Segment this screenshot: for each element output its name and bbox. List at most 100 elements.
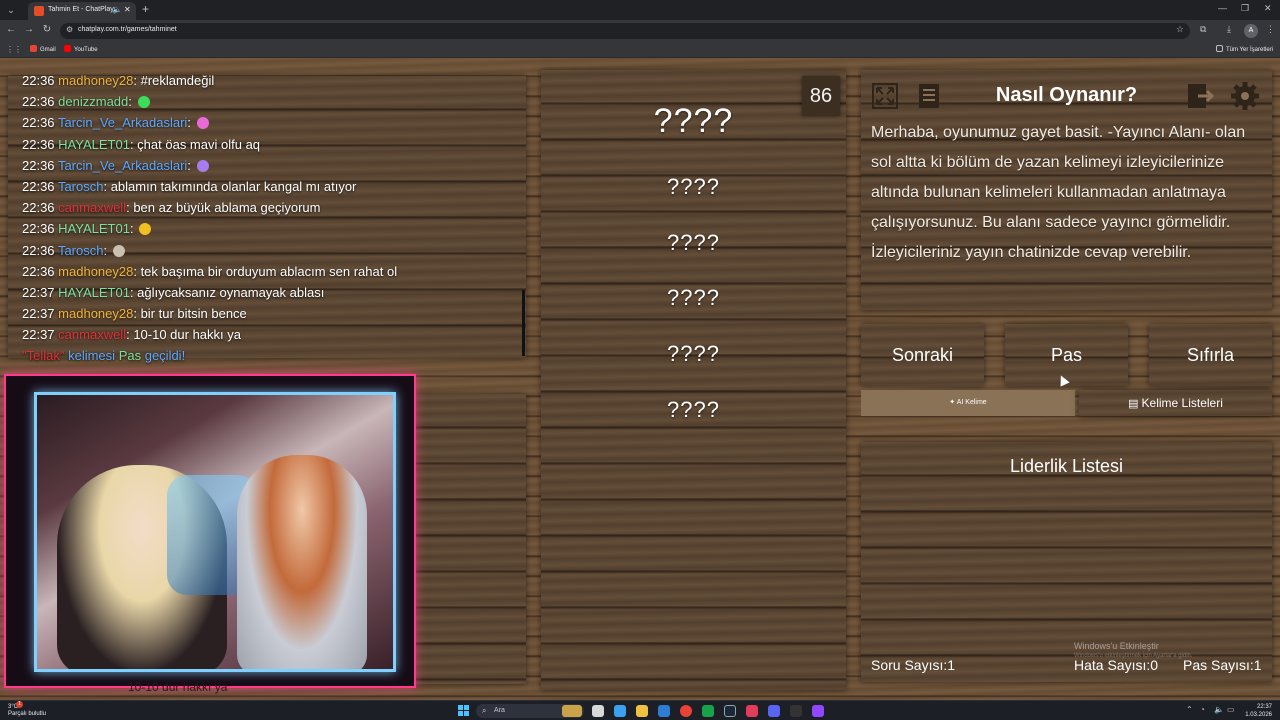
gmail-icon <box>30 45 37 52</box>
bookmark-gmail[interactable]: Gmail <box>30 45 56 53</box>
reset-button[interactable]: Sıfırla <box>1149 324 1272 386</box>
chat-text: : 10-10 dur hakkı ya <box>126 327 241 343</box>
close-tab-icon[interactable]: ✕ <box>124 5 131 14</box>
tab-search-icon[interactable]: ⌄ <box>4 3 18 17</box>
chat-text: : <box>187 157 195 173</box>
download-icon[interactable]: ⤓ <box>1227 24 1231 35</box>
chat-timestamp: 22:36 <box>22 200 55 216</box>
chat-message: 22:37 madhoney28: bir tur bitsin bence <box>22 303 512 324</box>
streamer-figure-2 <box>237 455 367 669</box>
network-icon[interactable]: ◔ <box>1200 705 1205 714</box>
task-view-icon[interactable] <box>592 705 604 717</box>
chat-scrollbar[interactable] <box>522 290 525 356</box>
back-icon[interactable]: ← <box>4 24 18 35</box>
profile-avatar[interactable]: A <box>1244 24 1258 38</box>
minimize-icon[interactable]: — <box>1218 3 1227 13</box>
battery-icon[interactable]: ▭ <box>1227 705 1235 714</box>
chat-username[interactable]: HAYALET01 <box>58 137 130 152</box>
chat-message: 22:37 HAYALET01: ağlıycaksanız oynamayak… <box>22 282 512 303</box>
forward-icon[interactable]: → <box>22 24 36 35</box>
pass-count: Pas Sayısı:1 <box>1183 657 1262 673</box>
maximize-icon[interactable]: ❐ <box>1241 3 1249 14</box>
game-page: 22:36 madhoney28: #reklamdeğil 22:36 deni… <box>0 58 1280 700</box>
chat-emote-icon <box>137 96 150 109</box>
chat-message: 22:36 Tarcin_Ve_Arkadaslari: <box>22 155 512 176</box>
word-panel: ???? ???? ???? ???? ???? ???? <box>541 70 846 690</box>
chat-message: 22:36 madhoney28: tek başıma bir orduyum… <box>22 261 512 282</box>
search-highlight-icon[interactable] <box>562 705 582 717</box>
system-clock[interactable]: 22:37 1.03.2026 <box>1240 703 1272 719</box>
menu-icon[interactable]: ⋮ <box>1266 24 1275 35</box>
chat-username[interactable]: HAYALET01 <box>58 285 130 300</box>
window-close-icon[interactable]: ✕ <box>1264 3 1272 14</box>
chat-text: : çhat öas mavi olfu aq <box>129 136 261 152</box>
weather-temp: 3°C <box>8 704 19 710</box>
mail-icon[interactable] <box>658 705 670 717</box>
site-info-icon[interactable]: ⚙ <box>66 25 73 34</box>
tab-title: Tahmin Et - ChatPlay <box>48 6 114 13</box>
chat-text: : ablamın takımında olanlar kangal mı at… <box>103 178 357 194</box>
chat-username[interactable]: madhoney28 <box>58 264 133 279</box>
chat-emote-icon <box>196 159 209 172</box>
question-count: Soru Sayısı:1 <box>871 657 956 673</box>
chat-username[interactable]: canmaxwell <box>58 200 126 215</box>
chat-username[interactable]: HAYALET01 <box>58 221 130 236</box>
chat-list: 22:36 madhoney28: #reklamdeğil 22:36 deni… <box>22 70 512 367</box>
logout-icon[interactable] <box>1185 80 1217 112</box>
chat-timestamp: 22:36 <box>22 221 55 237</box>
ai-icon: ✦ <box>949 399 957 406</box>
chat-message: 22:36 madhoney28: #reklamdeğil <box>22 70 512 91</box>
list-icon: ▤ <box>1128 398 1142 410</box>
chat-username[interactable]: madhoney28 <box>58 73 133 88</box>
steam-icon[interactable] <box>724 705 736 717</box>
chat-username[interactable]: Tarcin_Ve_Arkadaslari <box>58 115 187 130</box>
xbox-icon[interactable] <box>702 705 714 717</box>
chat-timestamp: 22:36 <box>22 178 55 194</box>
obs-icon[interactable] <box>790 705 802 717</box>
extensions-icon[interactable]: ⧉ <box>1200 24 1206 35</box>
word-lists-button[interactable]: ▤ Kelime Listeleri <box>1079 390 1272 416</box>
chat-timestamp: 22:36 <box>22 73 55 88</box>
weather-desc: Parçalı bulutlu <box>8 711 47 717</box>
leaderboard-title: Liderlik Listesi <box>1009 456 1124 476</box>
twitch-icon[interactable] <box>812 705 824 717</box>
chat-timestamp: 22:36 <box>22 94 55 110</box>
webcam-video <box>34 392 396 672</box>
bookmark-youtube[interactable]: YouTube <box>64 45 98 53</box>
address-bar[interactable]: ⚙ chatplay.com.tr/games/tahminet ☆ <box>60 23 1190 39</box>
widgets-icon[interactable] <box>614 705 626 717</box>
chat-username[interactable]: madhoney28 <box>58 306 133 321</box>
chat-text: : #reklamdeğil <box>133 73 215 88</box>
weather-widget[interactable]: 3°C Parçalı bulutlu <box>8 704 46 718</box>
bookmark-youtube-label: YouTube <box>74 47 98 53</box>
chat-username[interactable]: Tarcin_Ve_Arkadaslari <box>58 158 187 173</box>
forbidden-word-2: ???? <box>667 230 720 255</box>
browser-tab[interactable]: Tahmin Et - ChatPlay 🔈 ✕ <box>28 2 136 20</box>
file-explorer-icon[interactable] <box>636 705 648 717</box>
app-icon-1[interactable] <box>746 705 758 717</box>
tab-favicon-icon <box>34 6 44 16</box>
all-bookmarks[interactable]: Tüm Yer İşaretleri <box>1216 45 1273 53</box>
bookmark-star-icon[interactable]: ☆ <box>1176 24 1184 35</box>
discord-icon[interactable] <box>768 705 780 717</box>
chat-text: : tek başıma bir orduyum ablacım sen rah… <box>133 263 398 279</box>
settings-gear-icon[interactable] <box>1229 80 1261 112</box>
speaker-icon[interactable]: 🔈 <box>112 5 122 14</box>
volume-icon[interactable]: 🔈 <box>1214 705 1224 714</box>
all-bookmarks-label: Tüm Yer İşaretleri <box>1226 47 1274 53</box>
windows-start-icon[interactable] <box>458 705 469 716</box>
chat-username[interactable]: canmaxwell <box>58 327 126 342</box>
next-button[interactable]: Sonraki <box>861 324 984 386</box>
chat-username[interactable]: denizzmadd <box>58 94 128 109</box>
chrome-icon[interactable] <box>680 705 692 717</box>
chat-text: : ağlıycaksanız oynamayak ablası <box>129 284 325 300</box>
ai-word-button[interactable]: ✦ AI Kelime <box>861 390 1075 416</box>
tray-overflow-icon[interactable]: ⌃ <box>1186 705 1193 714</box>
browser-tab-bar: ⌄ Tahmin Et - ChatPlay 🔈 ✕ + — ❐ ✕ <box>0 0 1280 20</box>
chat-username[interactable]: Tarosch <box>58 243 104 258</box>
reload-icon[interactable]: ↻ <box>40 24 54 35</box>
chat-username[interactable]: Tarosch <box>58 179 104 194</box>
apps-grid-icon[interactable]: ⋮⋮ <box>6 45 22 54</box>
new-tab-icon[interactable]: + <box>142 2 149 16</box>
chat-emote-icon <box>196 117 209 130</box>
